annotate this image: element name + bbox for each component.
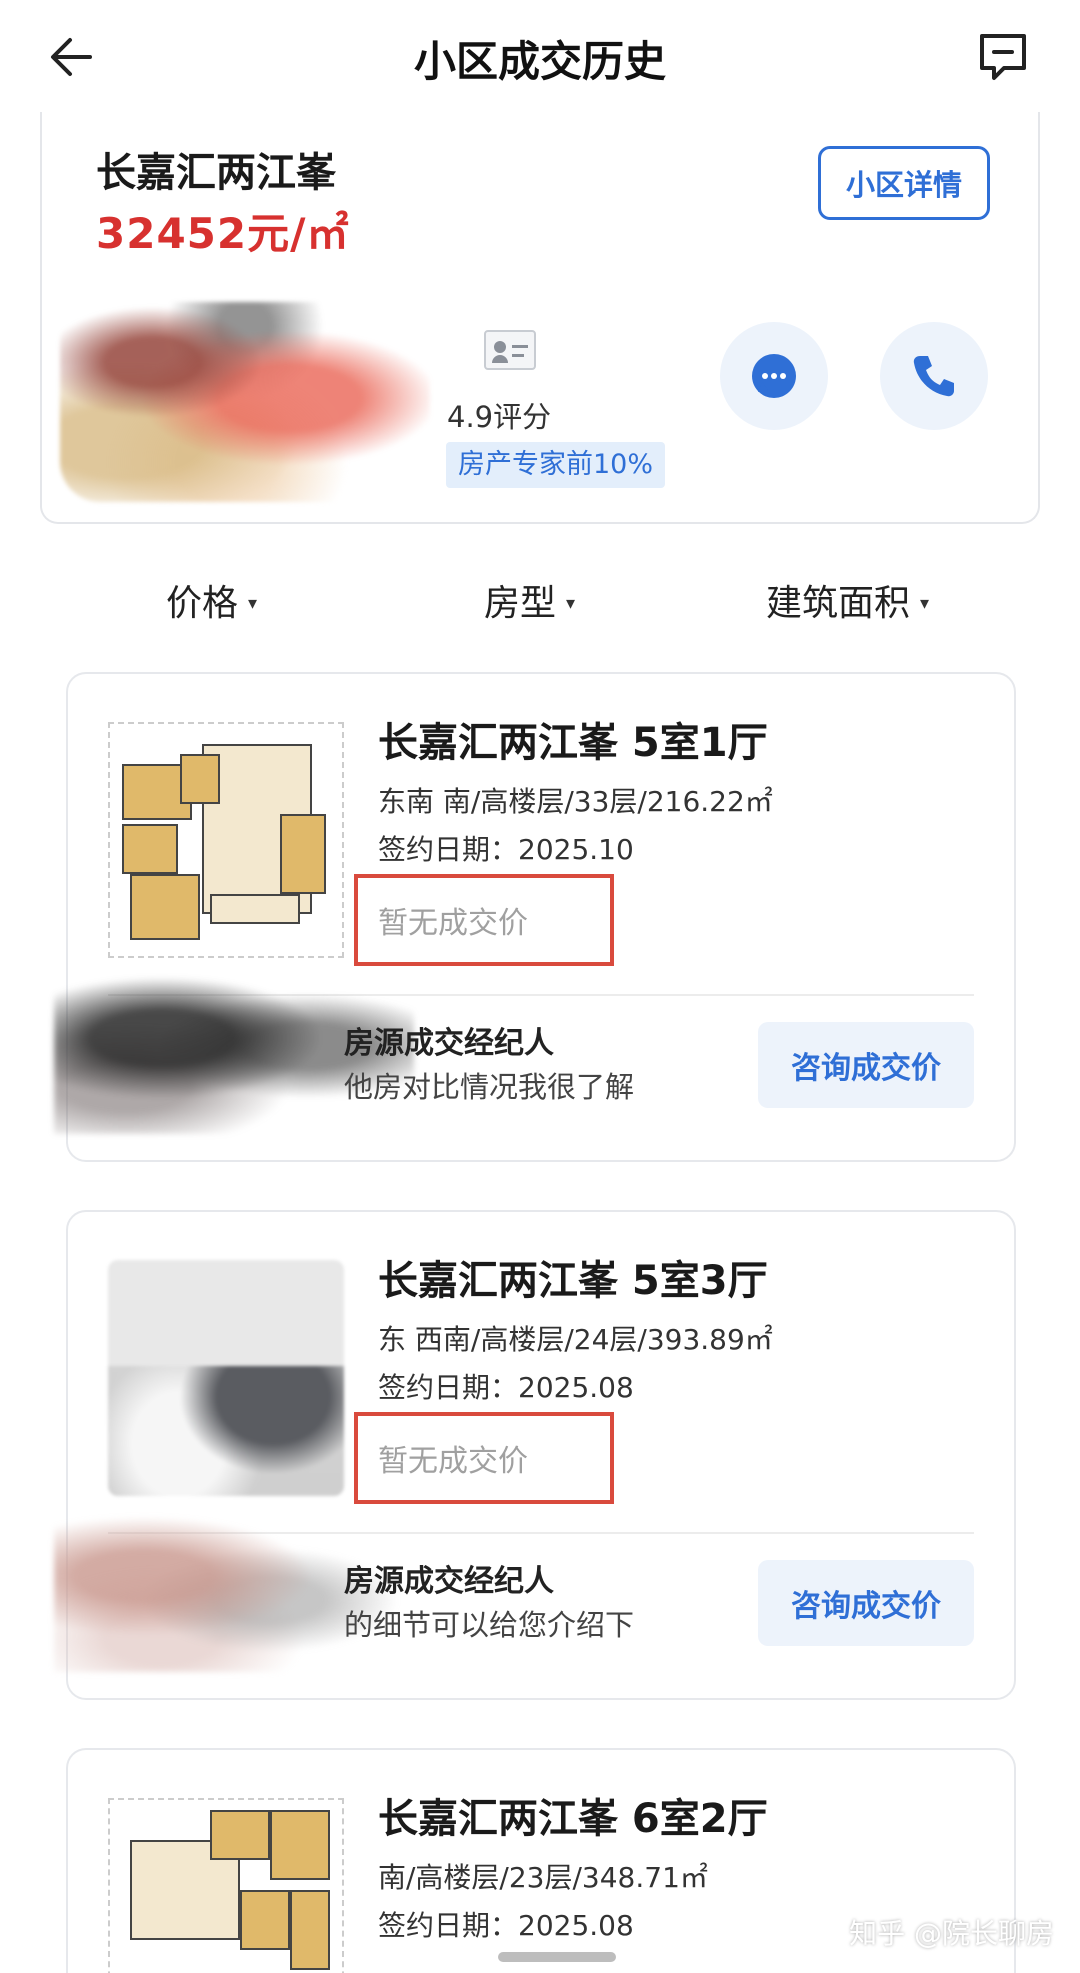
feedback-chat-icon[interactable]	[974, 28, 1032, 86]
listing-title: 长嘉汇两江峯 5室3厅	[378, 1258, 768, 1304]
listing-title: 长嘉汇两江峯 6室2厅	[378, 1796, 768, 1842]
chevron-down-icon: ▾	[248, 592, 258, 614]
agent-avatar[interactable]	[60, 302, 430, 502]
transaction-card[interactable]: 长嘉汇两江峯 5室1厅 东南 南/高楼层/33层/216.22㎡ 签约日期：20…	[54, 672, 1016, 1162]
floorplan-image	[108, 1798, 344, 1973]
phone-icon	[913, 356, 954, 397]
deal-price-status: 暂无成交价	[354, 874, 614, 966]
sign-date: 签约日期：2025.10	[378, 833, 634, 866]
filter-area[interactable]: 建筑面积 ▾	[766, 574, 929, 626]
listing-attributes: 东南 南/高楼层/33层/216.22㎡	[378, 785, 773, 818]
agent-score: 4.9评分	[447, 400, 552, 434]
sign-date: 签约日期：2025.08	[378, 1371, 634, 1404]
listing-attributes: 东 西南/高楼层/24层/393.89㎡	[378, 1323, 773, 1356]
community-detail-button[interactable]: 小区详情	[818, 146, 990, 220]
watermark: 知乎 @院长聊房	[849, 1917, 1054, 1950]
sign-date: 签约日期：2025.08	[378, 1909, 634, 1942]
home-indicator[interactable]	[498, 1952, 616, 1962]
agent-role: 房源成交经纪人	[344, 1564, 554, 1599]
listing-attributes: 南/高楼层/23层/348.71㎡	[378, 1861, 708, 1894]
consult-price-button[interactable]: 咨询成交价	[758, 1022, 974, 1108]
filter-room-type[interactable]: 房型 ▾	[484, 574, 575, 626]
chat-bubble-icon	[752, 354, 796, 398]
filter-bar: 价格 ▾ 房型 ▾ 建筑面积 ▾	[0, 560, 1080, 640]
chat-button[interactable]	[720, 322, 828, 430]
chevron-down-icon: ▾	[920, 592, 930, 614]
id-card-icon	[484, 330, 536, 370]
top-nav-bar: 小区成交历史	[0, 0, 1080, 112]
filter-price[interactable]: 价格 ▾	[166, 574, 257, 626]
community-summary-card: 长嘉汇两江峯 32452元/㎡ 小区详情 4.9评分 房产专家前10%	[40, 112, 1040, 524]
filter-room-type-label: 房型	[484, 583, 557, 624]
consult-price-button[interactable]: 咨询成交价	[758, 1560, 974, 1646]
deal-price-status: 暂无成交价	[354, 1412, 614, 1504]
filter-price-label: 价格	[166, 583, 239, 624]
listing-title: 长嘉汇两江峯 5室1厅	[378, 720, 768, 766]
filter-area-label: 建筑面积	[766, 583, 911, 624]
listing-photo	[108, 1260, 344, 1496]
agent-rank-badge: 房产专家前10%	[446, 442, 666, 488]
community-avg-price: 32452元/㎡	[96, 209, 350, 258]
agent-role: 房源成交经纪人	[344, 1026, 554, 1061]
agent-note: 他房对比情况我很了解	[344, 1070, 635, 1104]
agent-note: 的细节可以给您介绍下	[344, 1608, 635, 1642]
floorplan-image	[108, 722, 344, 958]
transaction-card[interactable]: 长嘉汇两江峯 5室3厅 东 西南/高楼层/24层/393.89㎡ 签约日期：20…	[54, 1210, 1016, 1700]
chevron-down-icon: ▾	[566, 592, 576, 614]
page-title: 小区成交历史	[413, 37, 666, 86]
community-name: 长嘉汇两江峯	[96, 150, 336, 196]
phone-button[interactable]	[880, 322, 988, 430]
